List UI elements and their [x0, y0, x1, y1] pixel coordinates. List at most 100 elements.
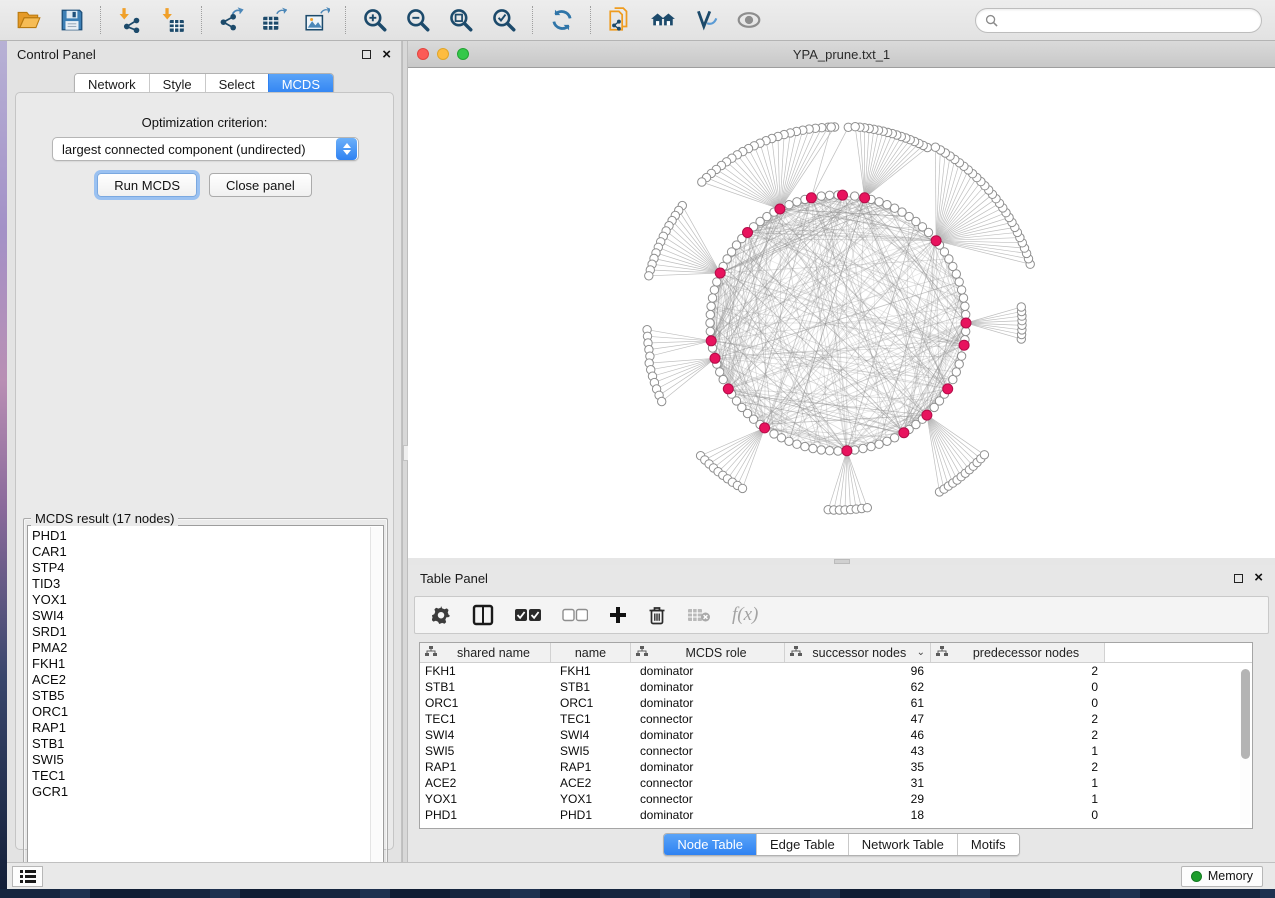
export-table-icon[interactable] [260, 7, 287, 34]
network-node[interactable] [890, 434, 898, 442]
mcds-result-item[interactable]: CAR1 [32, 544, 383, 560]
run-mcds-button[interactable]: Run MCDS [97, 173, 197, 197]
network-node[interactable] [825, 191, 833, 199]
network-node[interactable] [875, 440, 883, 448]
close-panel-icon[interactable]: × [1254, 573, 1263, 583]
network-node[interactable] [883, 201, 891, 209]
network-node[interactable] [793, 440, 801, 448]
network-node[interactable] [859, 444, 867, 452]
mcds-dominator-node[interactable] [842, 446, 852, 456]
tab-edge-table[interactable]: Edge Table [756, 834, 848, 855]
network-node[interactable] [817, 192, 825, 200]
table-row[interactable]: SWI4SWI4dominator462 [420, 727, 1252, 743]
network-node[interactable] [698, 178, 706, 186]
close-panel-icon[interactable]: × [382, 50, 391, 60]
network-node[interactable] [817, 446, 825, 454]
search-field[interactable] [975, 8, 1262, 33]
network-node[interactable] [809, 444, 817, 452]
tab-network-table[interactable]: Network Table [848, 834, 957, 855]
network-node[interactable] [707, 302, 715, 310]
horizontal-splitter[interactable] [408, 558, 1275, 565]
network-window-titlebar[interactable]: YPA_prune.txt_1 [408, 41, 1275, 68]
mcds-dominator-node[interactable] [775, 204, 785, 214]
network-graph[interactable] [408, 68, 1275, 558]
import-table-icon[interactable] [159, 7, 186, 34]
hide-eye-icon[interactable] [735, 7, 762, 34]
network-node[interactable] [875, 198, 883, 206]
mcds-dominator-node[interactable] [710, 353, 720, 363]
zoom-fit-icon[interactable] [447, 7, 474, 34]
network-node[interactable] [867, 442, 875, 450]
splitter-grip[interactable] [834, 559, 850, 564]
network-node[interactable] [961, 302, 969, 310]
mcds-result-item[interactable]: SWI4 [32, 608, 383, 624]
network-node[interactable] [863, 504, 871, 512]
mcds-dominator-node[interactable] [743, 228, 753, 238]
network-node[interactable] [952, 368, 960, 376]
tab-motifs[interactable]: Motifs [957, 834, 1019, 855]
table-row[interactable]: ACE2ACE2connector311 [420, 775, 1252, 791]
optimization-criterion-select[interactable]: largest connected component (undirected) [52, 137, 359, 161]
home-pages-icon[interactable] [649, 7, 676, 34]
float-panel-icon[interactable] [1234, 574, 1243, 583]
search-input[interactable] [1004, 13, 1252, 28]
select-all-columns-icon[interactable] [515, 608, 541, 622]
mcds-dominator-node[interactable] [760, 423, 770, 433]
create-column-icon[interactable] [609, 606, 627, 624]
delete-column-icon[interactable] [648, 605, 666, 625]
mcds-result-item[interactable]: STB5 [32, 688, 383, 704]
mcds-dominator-node[interactable] [723, 384, 733, 394]
mcds-dominator-node[interactable] [706, 336, 716, 346]
mcds-result-list[interactable]: PHD1CAR1STP4TID3YOX1SWI4SRD1PMA2FKH1ACE2… [27, 525, 384, 876]
network-node[interactable] [931, 143, 939, 151]
refresh-layout-icon[interactable] [548, 7, 575, 34]
mcds-result-item[interactable]: YOX1 [32, 592, 383, 608]
zoom-in-icon[interactable] [361, 7, 388, 34]
mcds-result-item[interactable]: SRD1 [32, 624, 383, 640]
mcds-result-item[interactable]: TID3 [32, 576, 383, 592]
visual-style-icon[interactable] [692, 7, 719, 34]
network-node[interactable] [851, 192, 859, 200]
mcds-dominator-node[interactable] [931, 236, 941, 246]
network-node[interactable] [957, 352, 965, 360]
network-node[interactable] [955, 360, 963, 368]
show-columns-icon[interactable] [472, 604, 494, 626]
mcds-result-item[interactable]: STB1 [32, 736, 383, 752]
network-node[interactable] [980, 451, 988, 459]
table-row[interactable]: ORC1ORC1dominator610 [420, 695, 1252, 711]
network-node[interactable] [793, 198, 801, 206]
mcds-dominator-node[interactable] [715, 268, 725, 278]
tab-node-table[interactable]: Node Table [664, 834, 756, 855]
network-node[interactable] [706, 319, 714, 327]
network-node[interactable] [955, 278, 963, 286]
float-panel-icon[interactable] [362, 50, 371, 59]
table-options-gear-icon[interactable] [432, 606, 451, 625]
network-node[interactable] [706, 310, 714, 318]
export-image-icon[interactable] [303, 7, 330, 34]
table-row[interactable]: RAP1RAP1dominator352 [420, 759, 1252, 775]
network-node[interactable] [827, 123, 835, 131]
table-row[interactable]: YOX1YOX1connector291 [420, 791, 1252, 807]
mcds-dominator-node[interactable] [961, 318, 971, 328]
import-network-icon[interactable] [116, 7, 143, 34]
table-row[interactable]: FKH1FKH1dominator962 [420, 663, 1252, 679]
network-node[interactable] [738, 484, 746, 492]
zoom-out-icon[interactable] [404, 7, 431, 34]
mcds-dominator-node[interactable] [860, 193, 870, 203]
mcds-result-item[interactable]: SWI5 [32, 752, 383, 768]
unselect-all-columns-icon[interactable] [562, 608, 588, 622]
open-file-icon[interactable] [15, 7, 42, 34]
mcds-result-item[interactable]: GCR1 [32, 784, 383, 800]
table-row[interactable]: SWI5SWI5connector431 [420, 743, 1252, 759]
network-node[interactable] [713, 278, 721, 286]
column-header-successor-nodes[interactable]: successor nodes⌄ [785, 643, 931, 662]
table-row[interactable]: STB1STB1dominator620 [420, 679, 1252, 695]
mcds-dominator-node[interactable] [838, 190, 848, 200]
node-table[interactable]: shared namenameMCDS rolesuccessor nodes⌄… [419, 642, 1253, 829]
network-node[interactable] [710, 286, 718, 294]
column-header-shared-name[interactable]: shared name [420, 643, 551, 662]
table-row[interactable]: PHD1PHD1dominator180 [420, 807, 1252, 823]
network-node[interactable] [785, 201, 793, 209]
network-node[interactable] [851, 123, 859, 131]
column-header-MCDS-role[interactable]: MCDS role [631, 643, 785, 662]
